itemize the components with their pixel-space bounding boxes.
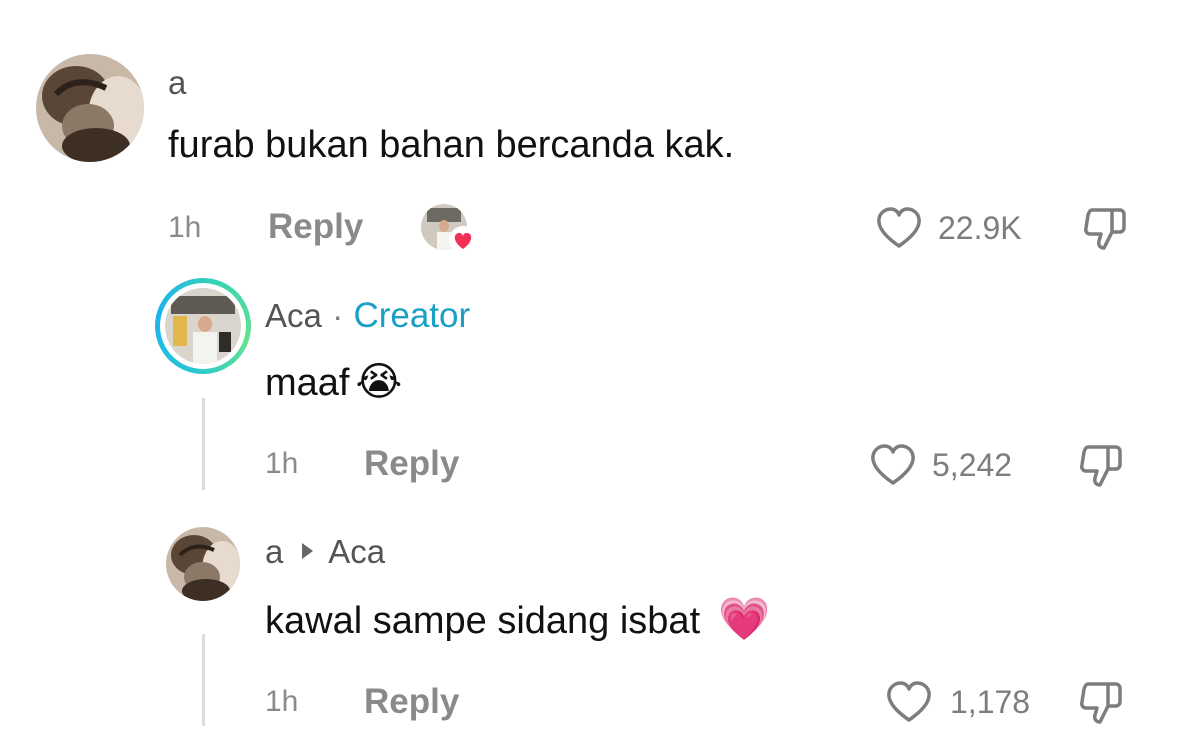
separator-dot: · — [332, 298, 343, 334]
reply-button[interactable]: Reply — [364, 682, 459, 722]
like-count: 1,178 — [950, 684, 1031, 720]
reply-button[interactable]: Reply — [268, 207, 363, 247]
replied-to-username[interactable]: Aca — [328, 533, 385, 570]
thread-line — [202, 634, 205, 726]
heart-outline-icon[interactable] — [869, 443, 917, 487]
dislike-icon[interactable] — [1078, 443, 1126, 489]
creator-avatar[interactable] — [155, 278, 251, 374]
crying-face-emoji: 😭 — [355, 360, 403, 404]
comment-text: kawal sampe sidang isbat — [265, 600, 701, 642]
dislike-icon[interactable] — [1082, 206, 1130, 252]
user-avatar[interactable] — [166, 527, 240, 601]
comment-username[interactable]: a — [265, 533, 283, 570]
comment-header: Aca · Creator — [265, 296, 470, 336]
comment-timestamp: 1h — [265, 447, 299, 480]
pink-heart-emoji: 💗 — [718, 595, 771, 642]
thread-line — [202, 398, 205, 490]
reply-arrow-icon — [300, 542, 314, 565]
user-avatar[interactable] — [36, 54, 144, 162]
comment-timestamp: 1h — [265, 685, 299, 718]
like-count: 22.9K — [938, 210, 1022, 246]
heart-outline-icon[interactable] — [885, 680, 933, 724]
dislike-icon[interactable] — [1078, 680, 1126, 726]
comment-text-row: maaf 😭 — [265, 359, 402, 405]
comment-text: furab bukan bahan bercanda kak. — [168, 124, 735, 166]
comment-username[interactable]: Aca — [265, 297, 322, 334]
reply-button[interactable]: Reply — [364, 444, 459, 484]
creator-liked-badge — [421, 204, 477, 256]
comment-text-row: kawal sampe sidang isbat 💗 — [265, 595, 770, 644]
heart-outline-icon[interactable] — [875, 206, 923, 250]
creator-liked-heart-icon — [449, 226, 477, 254]
comment-username[interactable]: a — [168, 64, 186, 102]
comment-timestamp: 1h — [168, 211, 202, 244]
like-count: 5,242 — [932, 447, 1013, 483]
comment-header: a Aca — [265, 533, 385, 571]
creator-badge: Creator — [353, 296, 471, 335]
comment-text: maaf — [265, 362, 350, 404]
